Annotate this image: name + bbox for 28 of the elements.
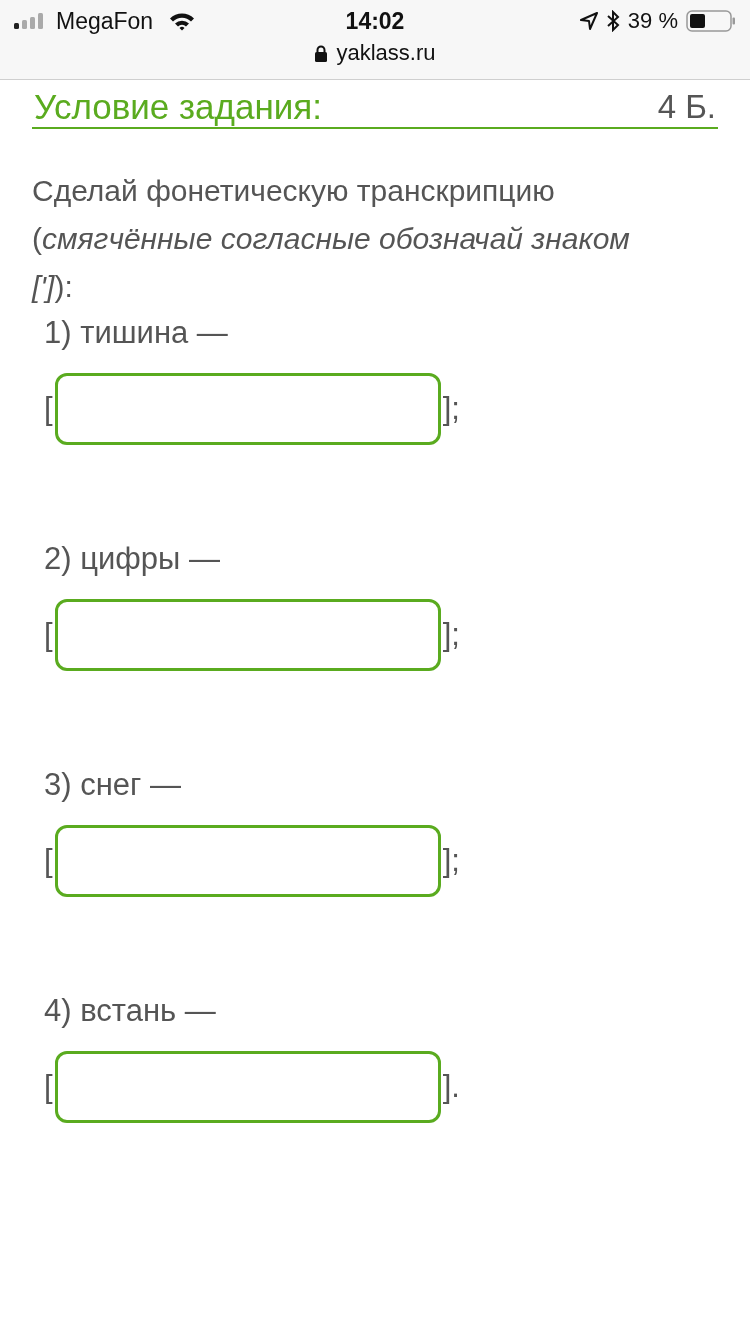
task-title: Условие задания:	[34, 87, 322, 127]
bracket-text: ];	[442, 390, 460, 428]
word-label: 2) цифры —	[44, 540, 221, 578]
points-label: 4 Б.	[657, 87, 716, 127]
bracket-text: [	[44, 1068, 53, 1106]
task-instruction: Сделай фонетическую транскрипцию (смягчённые согласные обозначай знаком [']):	[32, 173, 631, 305]
battery-percent: 39 %	[627, 8, 678, 34]
bluetooth-icon	[605, 10, 620, 32]
bracket-text: ].	[442, 1068, 460, 1106]
answer-field[interactable]	[54, 599, 441, 671]
bracket-text: ];	[442, 842, 460, 880]
word-label: 3) снег —	[44, 766, 182, 804]
lock-icon	[314, 44, 329, 62]
bracket-text: [	[44, 842, 53, 880]
site-address[interactable]: yaklass.ru	[336, 40, 436, 66]
bracket-text: [	[44, 390, 53, 428]
bracket-text: ];	[442, 616, 460, 654]
clock-time: 14:02	[345, 7, 405, 35]
location-arrow-icon	[579, 12, 598, 30]
word-label: 1) тишина —	[44, 314, 229, 352]
bracket-text: [	[44, 616, 53, 654]
wifi-icon	[169, 11, 196, 31]
battery-icon	[686, 10, 736, 32]
carrier-name: MegaFon	[56, 7, 154, 35]
word-label: 4) встань —	[44, 992, 217, 1030]
answer-field[interactable]	[54, 825, 441, 897]
answer-field[interactable]	[54, 1051, 441, 1123]
answer-field[interactable]	[54, 373, 441, 445]
